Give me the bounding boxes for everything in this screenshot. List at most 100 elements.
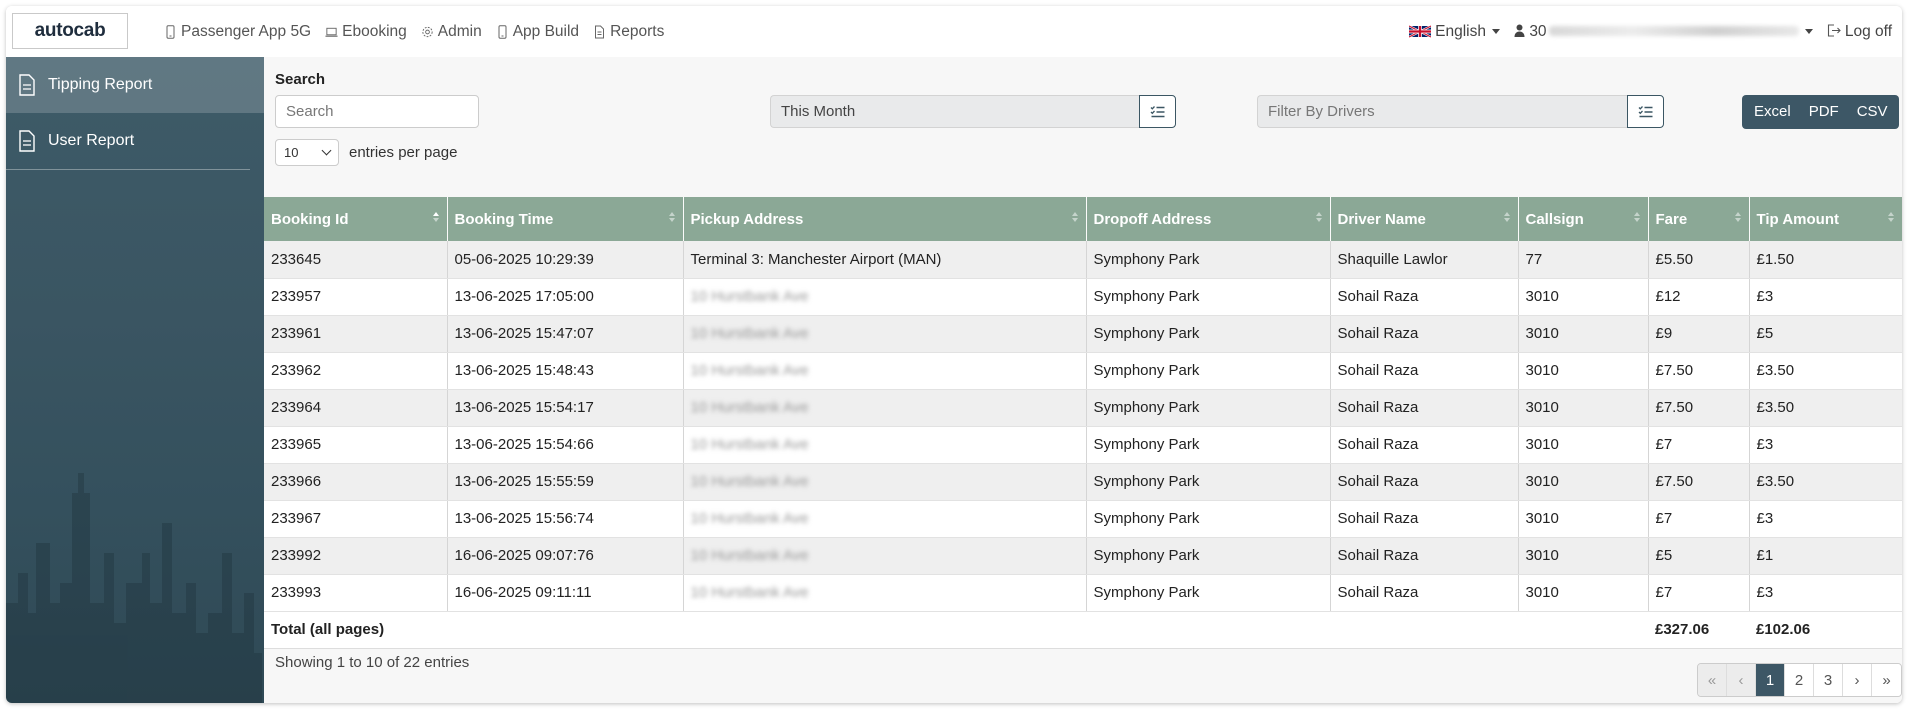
- table-row[interactable]: 233962 13-06-2025 15:48:43 10 Hurstbank Av…: [264, 352, 1902, 390]
- column-header-booking-time[interactable]: Booking Time: [447, 197, 684, 241]
- column-header-dropoff-address[interactable]: Dropoff Address: [1086, 197, 1331, 241]
- cell-booking-time: 13-06-2025 15:47:07: [447, 315, 684, 353]
- column-header-pickup-address[interactable]: Pickup Address: [683, 197, 1087, 241]
- sidebar-item-label: Tipping Report: [48, 76, 153, 93]
- table-row[interactable]: 233992 16-06-2025 09:07:76 10 Hurstbank Av…: [264, 537, 1902, 575]
- first-page-button[interactable]: «: [1698, 664, 1727, 696]
- cell-driver-name: Sohail Raza: [1330, 537, 1519, 575]
- date-range-field[interactable]: This Month: [770, 95, 1139, 128]
- city-skyline-background: [6, 473, 262, 703]
- column-header-callsign[interactable]: Callsign: [1518, 197, 1649, 241]
- nav-app-build-label: App Build: [512, 22, 580, 40]
- redacted-address: 10 Hurstbank Ave: [690, 325, 809, 342]
- table-row[interactable]: 233966 13-06-2025 15:55:59 10 Hurstbank Av…: [264, 463, 1902, 501]
- next-page-button[interactable]: ›: [1843, 664, 1872, 696]
- nav-passenger-app[interactable]: Passenger App 5G: [164, 23, 311, 41]
- date-range-filter: This Month: [770, 95, 1176, 128]
- table-row[interactable]: 233957 13-06-2025 17:05:00 10 Hurstbank Av…: [264, 278, 1902, 316]
- sidebar: Tipping Report User Report: [6, 57, 264, 703]
- sort-icon: [1888, 212, 1894, 222]
- cell-callsign: 3010: [1518, 315, 1649, 353]
- cell-pickup-address: 10 Hurstbank Ave: [683, 315, 1087, 353]
- column-header-booking-id[interactable]: Booking Id: [264, 197, 448, 241]
- cell-driver-name: Sohail Raza: [1330, 426, 1519, 464]
- column-header-label: Booking Id: [271, 210, 349, 228]
- cell-tip-amount: £3: [1749, 278, 1902, 316]
- page-2-button[interactable]: 2: [1785, 664, 1814, 696]
- nav-ebooking[interactable]: Ebooking: [325, 23, 407, 41]
- date-range-button[interactable]: [1139, 95, 1176, 128]
- cell-pickup-address: Terminal 3: Manchester Airport (MAN): [683, 241, 1087, 279]
- document-icon: [19, 130, 35, 152]
- export-buttons: Excel PDF CSV: [1742, 95, 1899, 129]
- cell-callsign: 3010: [1518, 389, 1649, 427]
- chevron-down-icon: [1804, 28, 1813, 34]
- sidebar-item-label: User Report: [48, 132, 135, 149]
- user-nav: English 30 Log off: [1409, 6, 1892, 57]
- export-excel-button[interactable]: Excel: [1742, 95, 1800, 129]
- cell-pickup-address: 10 Hurstbank Ave: [683, 463, 1087, 501]
- previous-page-button[interactable]: ‹: [1727, 664, 1756, 696]
- driver-filter-field[interactable]: Filter By Drivers: [1257, 95, 1627, 128]
- last-page-button[interactable]: »: [1872, 664, 1901, 696]
- cell-booking-time: 13-06-2025 15:54:17: [447, 389, 684, 427]
- column-header-tip-amount[interactable]: Tip Amount: [1749, 197, 1902, 241]
- driver-filter: Filter By Drivers: [1257, 95, 1664, 128]
- cell-dropoff-address: Symphony Park: [1086, 352, 1331, 390]
- table-header-row: Booking Id Booking Time Pickup Address D…: [264, 197, 1902, 241]
- driver-filter-button[interactable]: [1627, 95, 1664, 128]
- sort-ascending-icon: [432, 212, 439, 222]
- page-1-button[interactable]: 1: [1756, 664, 1785, 696]
- nav-app-build[interactable]: App Build: [496, 23, 579, 41]
- cell-booking-id: 233967: [264, 500, 448, 538]
- search-label: Search: [275, 71, 326, 88]
- cell-booking-id: 233962: [264, 352, 448, 390]
- sidebar-item-user-report[interactable]: User Report: [6, 113, 264, 169]
- nav-admin[interactable]: Admin: [421, 23, 482, 41]
- page-3-button[interactable]: 3: [1814, 664, 1843, 696]
- redacted-address: 10 Hurstbank Ave: [690, 362, 809, 379]
- table-row[interactable]: 233961 13-06-2025 15:47:07 10 Hurstbank Av…: [264, 315, 1902, 353]
- pagination: « ‹ 1 2 3 › »: [1697, 663, 1902, 697]
- redacted-address: 10 Hurstbank Ave: [690, 547, 809, 564]
- cell-driver-name: Sohail Raza: [1330, 574, 1519, 612]
- nav-reports[interactable]: Reports: [593, 23, 664, 41]
- cell-booking-time: 16-06-2025 09:07:76: [447, 537, 684, 575]
- cell-booking-time: 13-06-2025 15:48:43: [447, 352, 684, 390]
- tipping-report-table: Booking Id Booking Time Pickup Address D…: [264, 197, 1902, 649]
- table-row[interactable]: 233967 13-06-2025 15:56:74 10 Hurstbank Av…: [264, 500, 1902, 538]
- cell-driver-name: Sohail Raza: [1330, 352, 1519, 390]
- phone-icon: [498, 24, 507, 39]
- nav-passenger-app-label: Passenger App 5G: [181, 22, 312, 40]
- column-header-label: Dropoff Address: [1093, 210, 1212, 228]
- logout-icon: [1827, 23, 1841, 37]
- entries-select[interactable]: 10: [275, 139, 339, 166]
- entries-label: entries per page: [349, 144, 458, 161]
- cell-dropoff-address: Symphony Park: [1086, 500, 1331, 538]
- user-dropdown[interactable]: 30: [1514, 23, 1813, 41]
- column-header-label: Callsign: [1525, 210, 1584, 228]
- sidebar-item-tipping-report[interactable]: Tipping Report: [6, 57, 264, 113]
- search-input[interactable]: [275, 95, 479, 128]
- table-row[interactable]: 233965 13-06-2025 15:54:66 10 Hurstbank Av…: [264, 426, 1902, 464]
- table-row[interactable]: 233993 16-06-2025 09:11:11 10 Hurstbank Av…: [264, 574, 1902, 612]
- language-label: English: [1435, 22, 1486, 40]
- column-header-driver-name[interactable]: Driver Name: [1330, 197, 1519, 241]
- column-header-fare[interactable]: Fare: [1648, 197, 1750, 241]
- redacted-address: 10 Hurstbank Ave: [690, 584, 809, 601]
- cell-booking-id: 233957: [264, 278, 448, 316]
- export-pdf-button[interactable]: PDF: [1800, 95, 1848, 129]
- checklist-icon: [1638, 106, 1653, 118]
- table-body: 233645 05-06-2025 10:29:39 Terminal 3: Man…: [264, 241, 1902, 612]
- sort-icon: [1734, 212, 1741, 222]
- table-row[interactable]: 233964 13-06-2025 15:54:17 10 Hurstbank Av…: [264, 389, 1902, 427]
- app-logo[interactable]: autocab: [12, 13, 128, 49]
- nav-admin-label: Admin: [437, 22, 482, 40]
- main-nav: Passenger App 5G Ebooking Admin App Buil…: [164, 6, 664, 57]
- table-row[interactable]: 233645 05-06-2025 10:29:39 Terminal 3: Man…: [264, 241, 1902, 279]
- export-csv-button[interactable]: CSV: [1848, 95, 1899, 129]
- cell-booking-id: 233992: [264, 537, 448, 575]
- logoff-link[interactable]: Log off: [1827, 23, 1892, 41]
- document-icon: [595, 25, 605, 38]
- language-dropdown[interactable]: English: [1409, 23, 1500, 41]
